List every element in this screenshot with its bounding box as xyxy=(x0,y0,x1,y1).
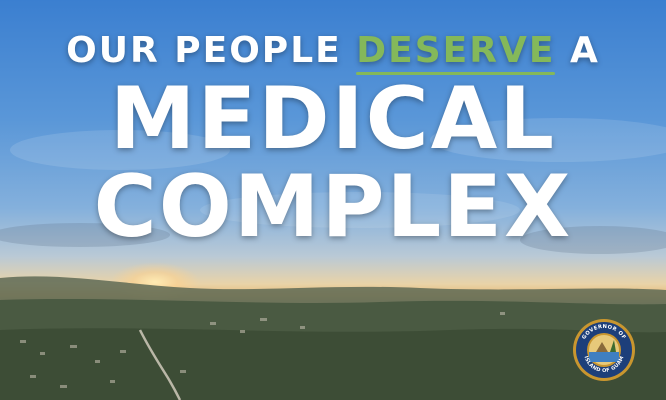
headline-line-3: COMPLEX xyxy=(93,157,573,257)
headline-accent-word: DESERVE xyxy=(356,30,556,71)
hero-banner: OUR PEOPLE DESERVE A MEDICAL COMPLEX GOV… xyxy=(0,0,666,400)
headline-line-1-end: A xyxy=(555,30,600,71)
guam-governor-seal-icon: GOVERNOR OF ISLAND OF GUAM xyxy=(573,319,635,381)
headline-line-1: OUR PEOPLE DESERVE A xyxy=(0,30,666,71)
headline-line-2: MEDICAL xyxy=(109,69,557,169)
headline-line-1-start: OUR PEOPLE xyxy=(66,30,357,71)
